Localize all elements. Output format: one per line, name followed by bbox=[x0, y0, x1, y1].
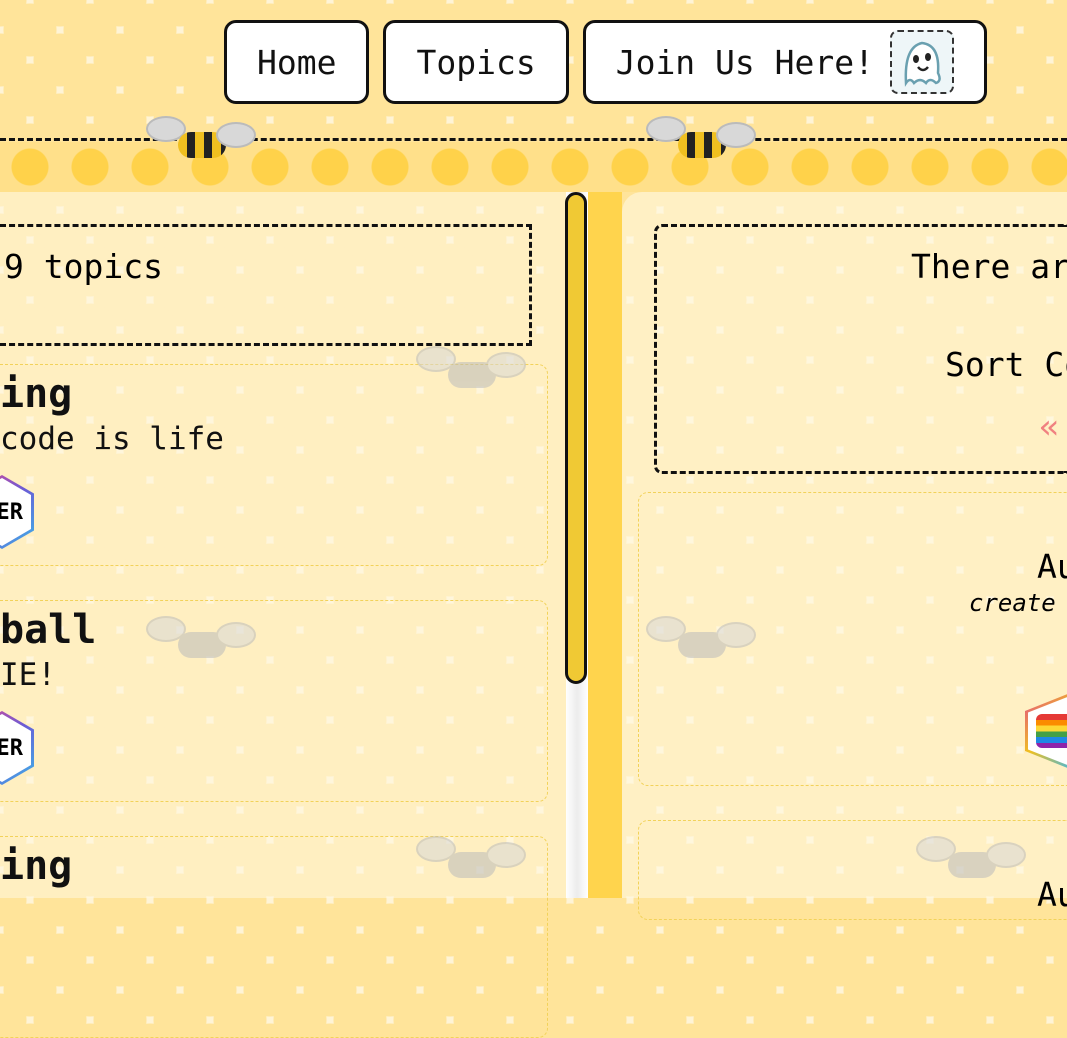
bee-watermark-icon bbox=[410, 830, 526, 890]
topic-card[interactable]: ball IE! ER bbox=[0, 600, 548, 802]
info-heading: There ar bbox=[911, 247, 1067, 286]
topic-badge: ER bbox=[0, 475, 34, 549]
topic-count-box: 9 topics bbox=[0, 224, 532, 346]
top-nav: Home Topics Join Us Here! bbox=[224, 20, 987, 104]
bee-icon bbox=[640, 110, 756, 170]
topics-button[interactable]: Topics bbox=[383, 20, 569, 104]
topic-badge-label: ER bbox=[0, 735, 23, 761]
info-box: There ar Sort Co « bbox=[654, 224, 1067, 474]
ghost-icon bbox=[889, 30, 954, 94]
bee-watermark-icon bbox=[410, 340, 526, 400]
bee-watermark-icon bbox=[640, 610, 756, 670]
honeycomb-gap bbox=[588, 192, 622, 898]
home-button[interactable]: Home bbox=[224, 20, 370, 104]
topics-button-label: Topics bbox=[416, 42, 536, 82]
user-meta: create bbox=[969, 589, 1056, 617]
user-name[interactable]: Au bbox=[1037, 547, 1067, 586]
topic-title[interactable]: ing bbox=[0, 371, 72, 417]
scrollbar-thumb[interactable] bbox=[565, 192, 587, 684]
topic-description: code is life bbox=[0, 421, 224, 457]
join-button-label: Join Us Here! bbox=[615, 42, 874, 82]
rainbow-heart-icon bbox=[1036, 714, 1067, 748]
bee-watermark-icon bbox=[910, 830, 1026, 890]
topic-title[interactable]: ing bbox=[0, 843, 72, 889]
topic-badge: ER bbox=[0, 711, 34, 785]
topic-description: IE! bbox=[0, 657, 56, 693]
chevron-left-icon[interactable]: « bbox=[1039, 407, 1059, 447]
bee-icon bbox=[140, 110, 256, 170]
topic-count-text: 9 topics bbox=[4, 247, 163, 286]
join-button[interactable]: Join Us Here! bbox=[582, 20, 987, 104]
pride-avatar bbox=[1025, 691, 1067, 771]
user-name[interactable]: Au bbox=[1037, 875, 1067, 914]
sort-label[interactable]: Sort Co bbox=[945, 345, 1067, 384]
bee-watermark-icon bbox=[140, 610, 256, 670]
topic-title[interactable]: ball bbox=[0, 607, 96, 653]
topic-badge-label: ER bbox=[0, 499, 23, 525]
home-button-label: Home bbox=[257, 42, 337, 82]
